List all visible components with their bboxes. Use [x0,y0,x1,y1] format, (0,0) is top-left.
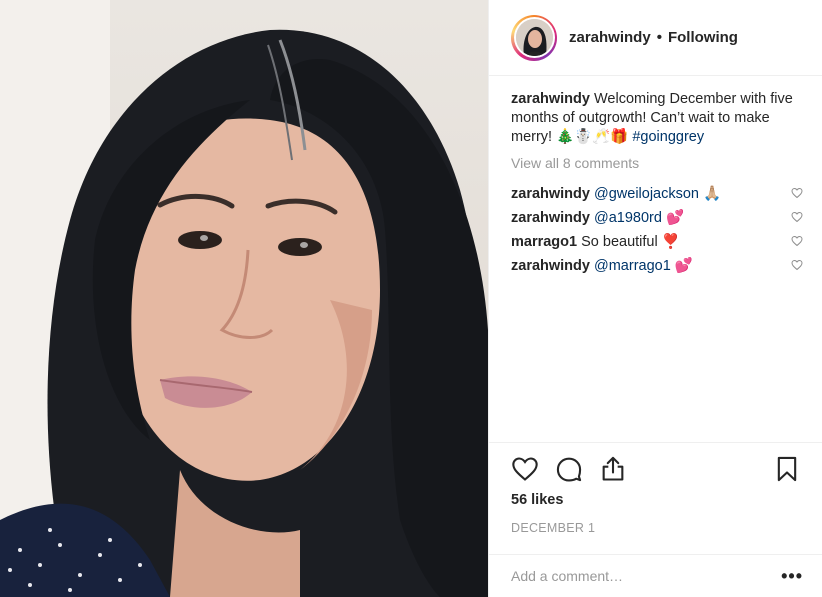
comment-content: zarahwindy @marrago1 💕 [511,257,693,274]
comment-username[interactable]: marrago1 [511,234,577,250]
comment-mention[interactable]: @a1980rd [594,210,662,226]
action-icons-row [511,455,801,485]
comment-mention[interactable]: @gweilojackson [594,186,699,202]
small-heart-icon[interactable] [791,235,803,247]
comment-row: zarahwindy @marrago1 💕 [511,253,803,277]
caption-hashtag[interactable]: #goinggrey [632,129,704,145]
comments-section: zarahwindy Welcoming December with five … [511,90,803,277]
comment-box: ••• [489,554,822,597]
more-options-button[interactable]: ••• [781,563,803,589]
avatar-frame [513,17,555,58]
comment-list: zarahwindy @gweilojackson 🙏🏼 zarahwindy … [511,181,803,277]
comment-mention[interactable]: @marrago1 [594,258,671,274]
actions-area: 56 likes DECEMBER 1 [489,442,822,554]
comment-text: 💕 [665,209,685,226]
comment-row: zarahwindy @a1980rd 💕 [511,205,803,229]
comment-row: zarahwindy @gweilojackson 🙏🏼 [511,181,803,205]
post-side-panel: zarahwindy • Following zarahwindy Welcom… [488,0,822,597]
caption: zarahwindy Welcoming December with five … [511,90,801,147]
share-icon[interactable] [599,455,627,483]
caption-username[interactable]: zarahwindy [511,91,590,107]
likes-count[interactable]: 56 likes [511,492,563,508]
following-button[interactable]: Following [668,29,738,46]
comment-row: marrago1 So beautiful ❣️ [511,229,803,253]
post-date: DECEMBER 1 [511,521,596,535]
comment-username[interactable]: zarahwindy [511,210,590,226]
small-heart-icon[interactable] [791,259,803,271]
comment-text: So beautiful ❣️ [581,233,680,250]
comment-content: zarahwindy @gweilojackson 🙏🏼 [511,185,721,202]
small-heart-icon[interactable] [791,211,803,223]
heart-icon[interactable] [511,455,539,483]
avatar[interactable] [515,19,553,56]
comment-bubble-icon[interactable] [555,455,583,483]
avatar-image [515,19,553,56]
instagram-post: zarahwindy • Following zarahwindy Welcom… [0,0,822,597]
comment-text: 💕 [674,257,693,274]
view-all-comments-link[interactable]: View all 8 comments [511,155,801,171]
bookmark-icon[interactable] [773,455,801,483]
story-ring[interactable] [511,14,557,61]
post-header: zarahwindy • Following [489,0,822,76]
comment-input[interactable] [511,563,751,589]
comment-text: 🙏🏼 [703,185,722,202]
header-text: zarahwindy • Following [569,29,738,46]
post-photo[interactable] [0,0,488,597]
comment-username[interactable]: zarahwindy [511,258,590,274]
comment-content: marrago1 So beautiful ❣️ [511,233,680,250]
author-username[interactable]: zarahwindy [569,29,651,46]
small-heart-icon[interactable] [791,187,803,199]
comment-username[interactable]: zarahwindy [511,186,590,202]
selfie-image [0,0,488,597]
separator-dot: • [656,29,662,46]
comment-content: zarahwindy @a1980rd 💕 [511,209,684,226]
